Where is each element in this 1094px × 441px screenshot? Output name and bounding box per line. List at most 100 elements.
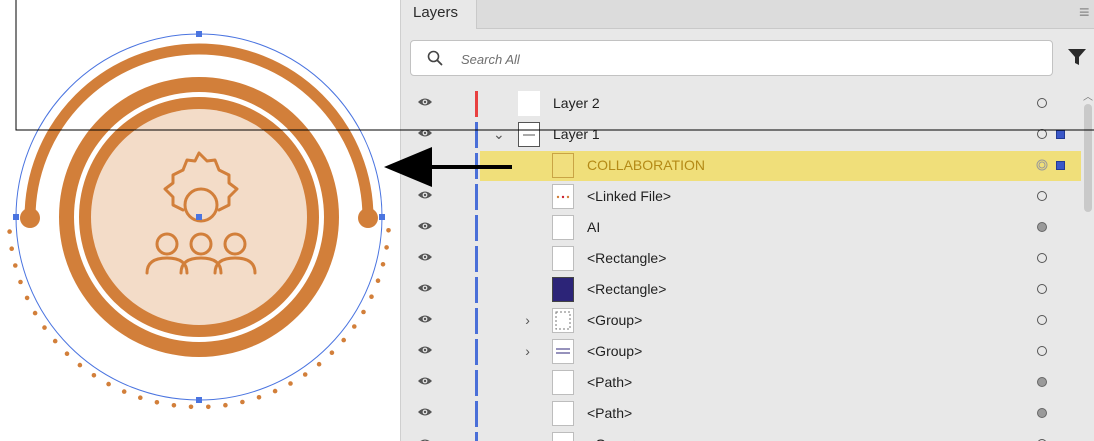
chevron-right-icon[interactable]: › [525, 436, 530, 441]
ring-dot [223, 402, 228, 408]
tab-layers[interactable]: Layers [401, 0, 477, 29]
layer-color-bar [475, 432, 478, 441]
target-circle-icon[interactable] [1036, 221, 1048, 233]
layer-name[interactable]: <Group> [587, 343, 642, 359]
target-circle-icon[interactable] [1036, 128, 1048, 140]
search-icon [427, 50, 443, 66]
layer-name[interactable]: <Group> [587, 436, 642, 441]
ring-dot [361, 309, 366, 315]
ring-dot [352, 324, 357, 329]
layer-row[interactable]: COLLABORATION [401, 150, 1087, 181]
chevron-right-icon[interactable]: › [525, 343, 530, 359]
ring-dot [7, 229, 12, 234]
visibility-eye-icon[interactable] [417, 189, 433, 201]
ring-dot [13, 263, 18, 268]
chevron-down-icon[interactable]: ⌄ [493, 126, 505, 143]
tab-layers-label: Layers [413, 4, 459, 21]
ring-dot [121, 389, 127, 394]
layer-name[interactable]: <Rectangle> [587, 250, 666, 266]
visibility-eye-icon[interactable] [417, 158, 433, 170]
ring-dot [288, 381, 293, 386]
visibility-eye-icon[interactable] [417, 251, 433, 263]
ring-dot [380, 262, 386, 267]
layer-row[interactable]: › <Group> [401, 305, 1081, 336]
selection-handle-bottom[interactable] [196, 397, 202, 403]
layer-name[interactable]: <Group> [587, 312, 642, 328]
target-circle-icon[interactable] [1036, 97, 1048, 109]
layer-color-bar [475, 401, 478, 427]
layer-row[interactable]: Layer 2 [401, 88, 1081, 119]
filter-funnel-icon[interactable] [1066, 46, 1088, 68]
ring-dot [154, 400, 160, 405]
ring-dot [52, 338, 58, 344]
arc-end-right [358, 208, 378, 228]
search-box[interactable] [410, 40, 1053, 76]
ring-dot [9, 246, 14, 251]
target-circle-icon[interactable] [1036, 159, 1048, 171]
layer-name[interactable]: <Path> [587, 405, 632, 421]
search-input[interactable] [459, 48, 1023, 70]
target-circle-icon[interactable] [1036, 252, 1048, 264]
layer-name[interactable]: <Rectangle> [587, 281, 666, 297]
visibility-eye-icon[interactable] [417, 375, 433, 387]
visibility-eye-icon[interactable] [417, 282, 433, 294]
layer-thumbnail [518, 122, 540, 147]
selection-handle-top[interactable] [196, 31, 202, 37]
visibility-eye-icon[interactable] [417, 127, 433, 139]
target-circle-icon[interactable] [1036, 345, 1048, 357]
layer-thumbnail [552, 401, 574, 426]
layer-row[interactable]: › <Group> [401, 336, 1081, 367]
layer-row[interactable]: AI [401, 212, 1081, 243]
visibility-eye-icon[interactable] [417, 437, 433, 441]
ring-dot [64, 351, 70, 357]
layer-row[interactable]: <Linked File> [401, 181, 1081, 212]
ring-dot [18, 279, 23, 285]
ring-dot [188, 404, 194, 410]
hamburger-menu-icon[interactable]: ≡ [1079, 2, 1094, 23]
visibility-eye-icon[interactable] [417, 96, 433, 108]
layer-row[interactable]: ⌄ Layer 1 [401, 119, 1081, 150]
ring-dot [272, 388, 278, 394]
ring-dot [386, 228, 391, 233]
target-circle-icon[interactable] [1036, 314, 1048, 326]
selection-handle-right[interactable] [379, 214, 385, 220]
layer-row[interactable]: › <Group> [401, 429, 1081, 441]
ring-dot [256, 395, 262, 400]
panel-tab-bar: Layers ≡ [401, 0, 1094, 29]
selection-indicator-square[interactable] [1056, 130, 1065, 139]
collaboration-badge-artwork[interactable] [0, 0, 400, 441]
layer-thumbnail [552, 370, 574, 395]
scrollbar-thumb[interactable] [1084, 104, 1092, 212]
layer-color-bar [475, 308, 478, 334]
artboard-canvas[interactable] [0, 0, 400, 441]
layer-name[interactable]: Layer 2 [553, 95, 600, 111]
target-circle-icon[interactable] [1036, 190, 1048, 202]
layer-row[interactable]: <Path> [401, 367, 1081, 398]
layer-name[interactable]: Layer 1 [553, 126, 600, 142]
layer-row[interactable]: <Rectangle> [401, 274, 1081, 305]
target-circle-icon[interactable] [1036, 407, 1048, 419]
scroll-up-icon[interactable]: ︿ [1083, 88, 1093, 103]
layer-name[interactable]: <Path> [587, 374, 632, 390]
selection-handle-left[interactable] [13, 214, 19, 220]
visibility-eye-icon[interactable] [417, 220, 433, 232]
layer-name[interactable]: <Linked File> [587, 188, 671, 204]
visibility-eye-icon[interactable] [417, 406, 433, 418]
visibility-eye-icon[interactable] [417, 344, 433, 356]
selection-center-point [196, 214, 202, 220]
target-circle-icon[interactable] [1036, 283, 1048, 295]
layer-name[interactable]: AI [587, 219, 600, 235]
layer-row[interactable]: <Path> [401, 398, 1081, 429]
visibility-eye-icon[interactable] [417, 313, 433, 325]
selection-indicator-square[interactable] [1056, 161, 1065, 170]
layer-name[interactable]: COLLABORATION [587, 157, 705, 173]
target-circle-icon[interactable] [1036, 376, 1048, 388]
layer-row[interactable]: <Rectangle> [401, 243, 1081, 274]
layer-thumbnail [518, 91, 540, 116]
layer-thumbnail [552, 339, 574, 364]
layer-color-bar [475, 122, 478, 148]
layer-color-bar [475, 215, 478, 241]
layer-thumbnail [552, 432, 574, 441]
ring-dot [171, 403, 177, 408]
chevron-right-icon[interactable]: › [525, 312, 530, 328]
